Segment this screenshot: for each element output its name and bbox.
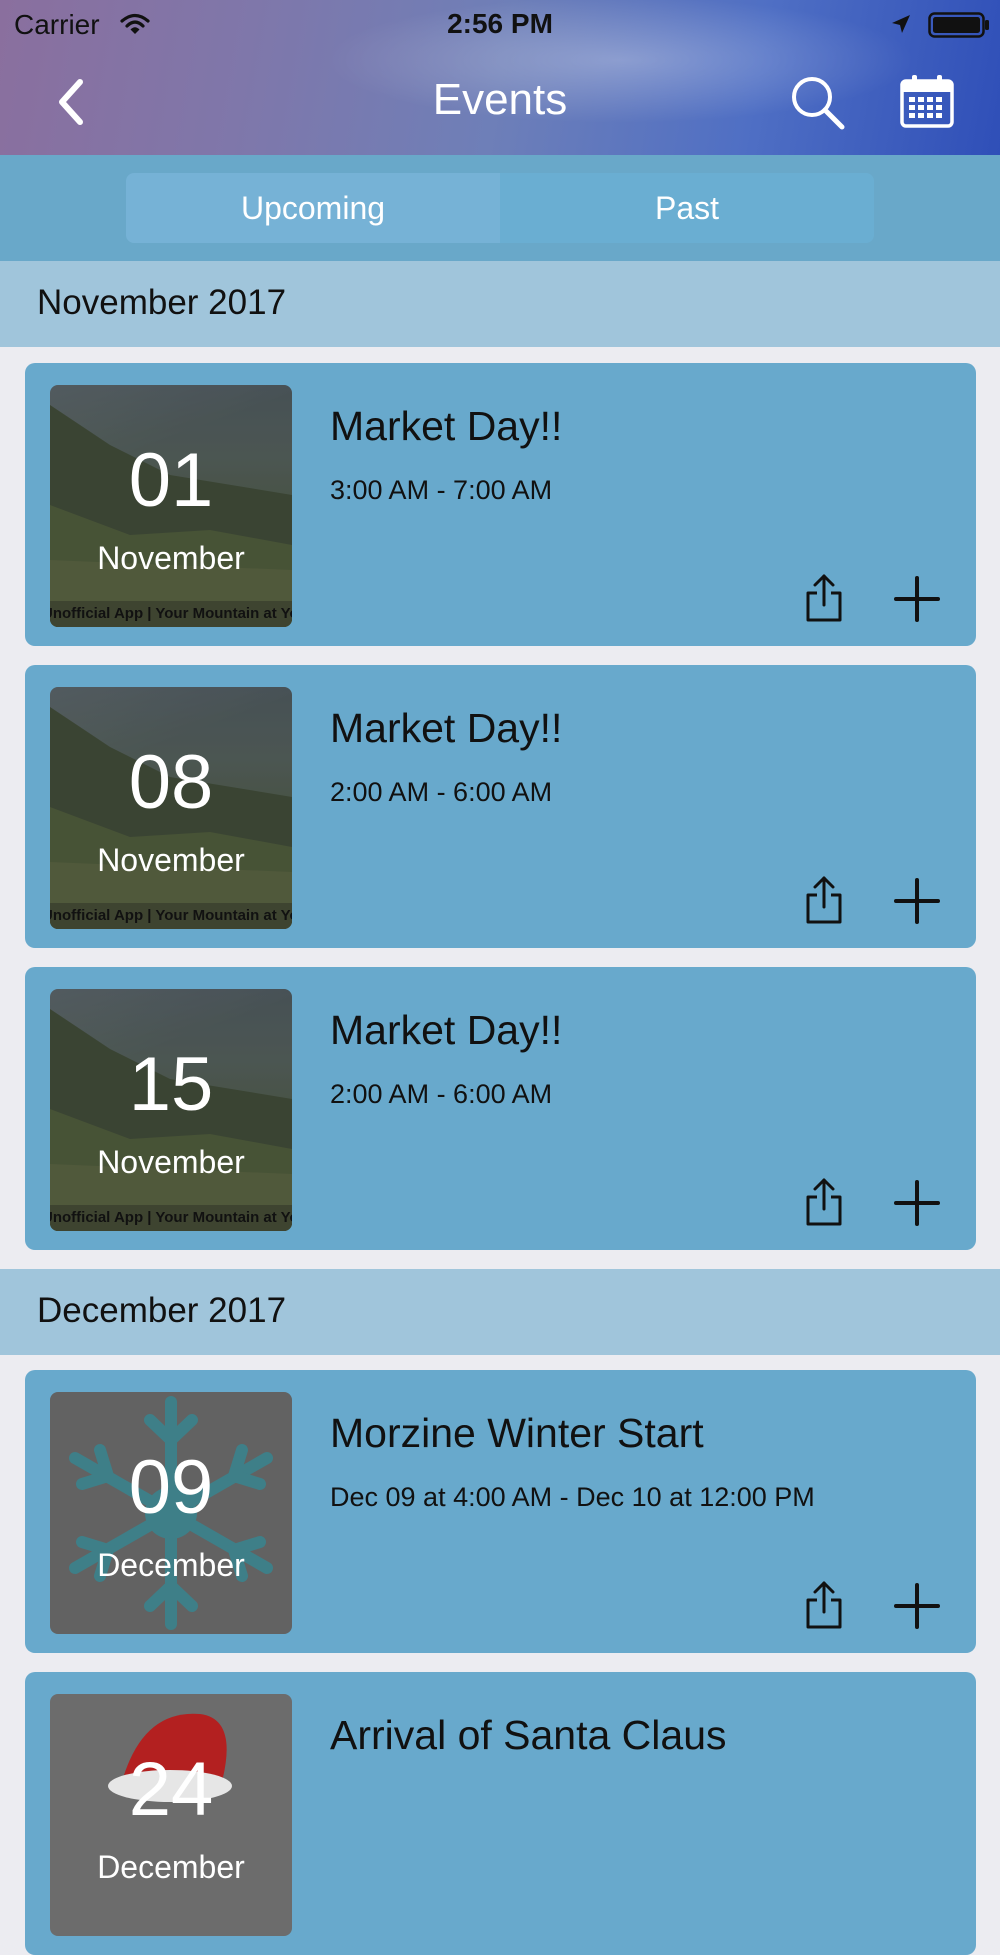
section-header-december: December 2017	[0, 1269, 1000, 1355]
event-day: 08	[128, 740, 214, 825]
status-time: 2:56 PM	[447, 8, 553, 39]
event-thumbnail: 09 December	[50, 1392, 292, 1634]
location-arrow-icon	[892, 15, 910, 33]
event-month: December	[97, 1849, 245, 1885]
event-title: Market Day!!	[330, 1007, 563, 1053]
tab-past[interactable]: Past	[500, 173, 874, 243]
tab-upcoming[interactable]: Upcoming	[126, 173, 500, 243]
page-title: Events	[432, 75, 568, 124]
calendar-icon[interactable]	[898, 72, 956, 130]
add-icon[interactable]	[893, 1179, 941, 1227]
share-icon[interactable]	[802, 1177, 846, 1227]
event-month: November	[97, 1144, 245, 1180]
event-title: Market Day!!	[330, 705, 563, 751]
add-icon[interactable]	[893, 877, 941, 925]
event-time: Dec 09 at 4:00 AM - Dec 10 at 12:00 PM	[330, 1482, 815, 1512]
thumbnail-caption: Unofficial App | Your Mountain at Your F…	[50, 903, 292, 929]
section-title: December 2017	[37, 1291, 287, 1330]
search-icon[interactable]	[787, 72, 847, 132]
event-thumbnail: 08 November Unofficial App | Your Mounta…	[50, 687, 292, 929]
battery-icon	[928, 12, 989, 38]
event-thumbnail: 15 November Unofficial App | Your Mounta…	[50, 989, 292, 1231]
event-thumbnail: 24 December	[50, 1694, 292, 1936]
event-day: 24	[128, 1747, 214, 1832]
status-bar: Carrier 2:56 PM	[0, 0, 1000, 50]
share-icon[interactable]	[802, 1580, 846, 1630]
add-icon[interactable]	[893, 575, 941, 623]
event-card[interactable]: 09 December Morzine Winter Start Dec 09 …	[25, 1370, 976, 1653]
event-day: 09	[128, 1445, 214, 1530]
share-icon[interactable]	[802, 573, 846, 623]
segment-bar: Upcoming Past	[0, 155, 1000, 261]
event-card[interactable]: 08 November Unofficial App | Your Mounta…	[25, 665, 976, 948]
event-month: November	[97, 842, 245, 878]
event-title: Morzine Winter Start	[330, 1410, 704, 1456]
thumbnail-caption: Unofficial App | Your Mountain at Your F…	[50, 1205, 292, 1231]
section-title: November 2017	[37, 283, 287, 322]
event-time: 2:00 AM - 6:00 AM	[330, 777, 553, 807]
add-icon[interactable]	[893, 1582, 941, 1630]
thumbnail-caption: Unofficial App | Your Mountain at Your F…	[50, 601, 292, 627]
event-time: 3:00 AM - 7:00 AM	[330, 475, 553, 505]
share-icon[interactable]	[802, 875, 846, 925]
event-day: 15	[128, 1042, 214, 1127]
header: Carrier 2:56 PM Events	[0, 0, 1000, 155]
section-header-november: November 2017	[0, 261, 1000, 347]
event-day: 01	[128, 438, 214, 523]
event-card[interactable]: 24 December Arrival of Santa Claus	[25, 1672, 976, 1955]
event-card[interactable]: 01 November Unofficial App | Your Mounta…	[25, 363, 976, 646]
event-time: 2:00 AM - 6:00 AM	[330, 1079, 553, 1109]
event-card[interactable]: 15 November Unofficial App | Your Mounta…	[25, 967, 976, 1250]
event-month: December	[97, 1547, 245, 1583]
event-month: November	[97, 540, 245, 576]
segmented-control: Upcoming Past	[126, 173, 874, 243]
event-title: Arrival of Santa Claus	[330, 1712, 727, 1758]
event-title: Market Day!!	[330, 403, 563, 449]
event-thumbnail: 01 November Unofficial App | Your Mounta…	[50, 385, 292, 627]
